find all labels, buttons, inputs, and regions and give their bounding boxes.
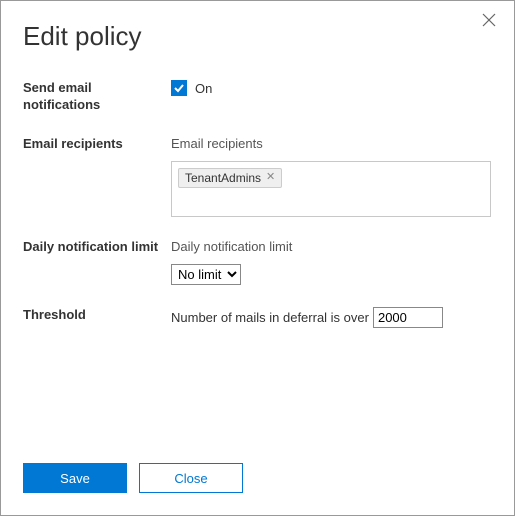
recipient-tag: TenantAdmins ✕ (178, 168, 282, 188)
daily-limit-sublabel: Daily notification limit (171, 239, 492, 254)
save-button[interactable]: Save (23, 463, 127, 493)
daily-limit-label: Daily notification limit (23, 239, 171, 256)
remove-tag-icon[interactable]: ✕ (266, 172, 275, 183)
close-button[interactable]: Close (139, 463, 243, 493)
send-email-on-label: On (195, 81, 212, 96)
threshold-row: Threshold Number of mails in deferral is… (23, 307, 492, 328)
threshold-input[interactable] (373, 307, 443, 328)
recipients-sublabel: Email recipients (171, 136, 492, 151)
send-email-checkbox-wrap: On (171, 80, 492, 96)
threshold-text: Number of mails in deferral is over (171, 310, 369, 325)
page-title: Edit policy (23, 21, 492, 52)
send-email-label: Send email notifications (23, 80, 171, 114)
recipients-input[interactable]: TenantAdmins ✕ (171, 161, 491, 217)
daily-limit-row: Daily notification limit Daily notificat… (23, 239, 492, 285)
send-email-checkbox[interactable] (171, 80, 187, 96)
close-icon[interactable] (482, 13, 500, 31)
send-email-row: Send email notifications On (23, 80, 492, 114)
recipients-label: Email recipients (23, 136, 171, 153)
threshold-line: Number of mails in deferral is over (171, 307, 492, 328)
edit-policy-panel: Edit policy Send email notifications On … (0, 0, 515, 516)
daily-limit-select[interactable]: No limit (171, 264, 241, 285)
recipients-row: Email recipients Email recipients Tenant… (23, 136, 492, 217)
threshold-label: Threshold (23, 307, 171, 324)
recipient-tag-label: TenantAdmins (185, 171, 261, 185)
button-bar: Save Close (23, 463, 243, 493)
